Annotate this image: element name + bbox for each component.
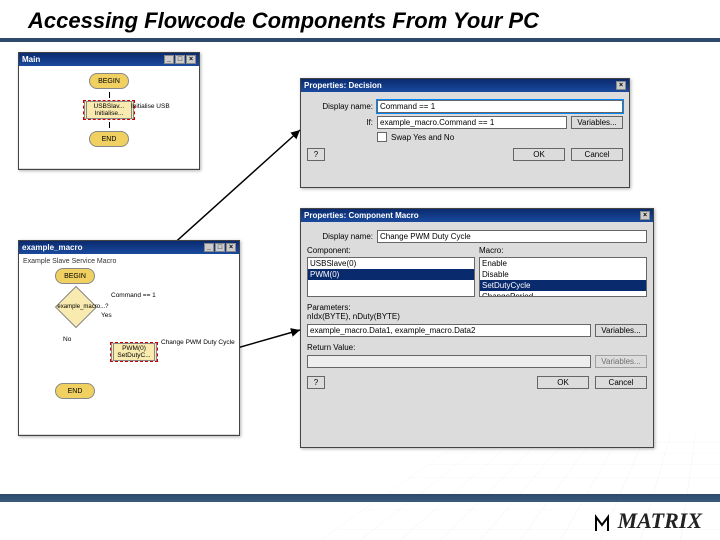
flow-end-node[interactable]: END (55, 383, 95, 399)
parameters-input[interactable] (307, 324, 591, 337)
flow-condition-label: Command == 1 (111, 292, 156, 299)
close-icon[interactable]: × (226, 243, 236, 252)
close-icon[interactable]: × (640, 211, 650, 220)
dialog-title: Properties: Decision (304, 81, 382, 90)
macro-subtitle: Example Slave Service Macro (23, 258, 235, 265)
titlebar-decision[interactable]: Properties: Decision × (301, 79, 629, 92)
maximize-icon[interactable]: □ (175, 55, 185, 64)
component-listbox[interactable]: USBSlave(0) PWM(0) (307, 257, 475, 297)
help-button[interactable]: ? (307, 376, 325, 389)
titlebar-component-macro[interactable]: Properties: Component Macro × (301, 209, 653, 222)
flow-yes-label: Yes (101, 312, 112, 319)
flowchart-canvas[interactable]: BEGIN Initialise USB USBSlav... Initiali… (19, 66, 199, 168)
swap-yes-no-checkbox[interactable] (377, 132, 387, 142)
flow-usbslave-init-block[interactable]: USBSlav... Initialise... (84, 101, 134, 119)
ok-button[interactable]: OK (537, 376, 589, 389)
help-button[interactable]: ? (307, 148, 325, 161)
list-item[interactable]: Enable (480, 258, 646, 269)
label-if: If: (307, 118, 373, 127)
list-item[interactable]: SetDutyCycle (480, 280, 646, 291)
flowcode-main-window: Main _ □ × BEGIN Initialise USB USBSlav.… (18, 52, 200, 170)
label-parameters: Parameters: (307, 303, 647, 312)
return-value-input (307, 355, 591, 368)
flow-pwm-setdutycycle-block[interactable]: PWM(0) SetDutyC... (111, 343, 157, 361)
flow-pwm-label: Change PWM Duty Cycle (161, 339, 241, 346)
list-item[interactable]: USBSlave(0) (308, 258, 474, 269)
flow-decision-node[interactable]: example_macro...? (55, 286, 97, 328)
titlebar-main[interactable]: Main _ □ × (19, 53, 199, 66)
minimize-icon[interactable]: _ (204, 243, 214, 252)
variables-button-disabled: Variables... (595, 355, 647, 368)
cancel-button[interactable]: Cancel (571, 148, 623, 161)
label-display-name: Display name: (307, 102, 373, 111)
window-title: example_macro (22, 243, 82, 252)
macro-listbox[interactable]: Enable Disable SetDutyCycle ChangePeriod (479, 257, 647, 297)
flow-begin-node[interactable]: BEGIN (89, 73, 129, 89)
display-name-input[interactable] (377, 230, 647, 243)
flow-begin-node[interactable]: BEGIN (55, 268, 95, 284)
maximize-icon[interactable]: □ (215, 243, 225, 252)
cancel-button[interactable]: Cancel (595, 376, 647, 389)
variables-button[interactable]: Variables... (571, 116, 623, 129)
label-component: Component: (307, 246, 475, 255)
list-item[interactable]: PWM(0) (308, 269, 474, 280)
flowchart-canvas[interactable]: Example Slave Service Macro BEGIN Comman… (19, 254, 239, 434)
flow-init-label: Initialise USB (131, 103, 170, 110)
titlebar-example-macro[interactable]: example_macro _ □ × (19, 241, 239, 254)
label-return-value: Return Value: (307, 343, 647, 352)
label-macro: Macro: (479, 246, 647, 255)
parameters-signature: nIdx(BYTE), nDuty(BYTE) (307, 312, 647, 321)
flowcode-example-macro-window: example_macro _ □ × Example Slave Servic… (18, 240, 240, 436)
display-name-input[interactable] (377, 100, 623, 113)
properties-component-macro-dialog: Properties: Component Macro × Display na… (300, 208, 654, 448)
ok-button[interactable]: OK (513, 148, 565, 161)
flow-end-node[interactable]: END (89, 131, 129, 147)
matrix-logo: MATRIX (594, 508, 702, 534)
dialog-title: Properties: Component Macro (304, 211, 419, 220)
if-expression-input[interactable] (377, 116, 567, 129)
close-icon[interactable]: × (186, 55, 196, 64)
list-item[interactable]: ChangePeriod (480, 291, 646, 297)
slide-title: Accessing Flowcode Components From Your … (0, 0, 720, 42)
close-icon[interactable]: × (616, 81, 626, 90)
footer-bar (0, 494, 720, 502)
swap-yes-no-label: Swap Yes and No (391, 133, 454, 142)
flow-no-label: No (63, 336, 71, 343)
minimize-icon[interactable]: _ (164, 55, 174, 64)
window-title: Main (22, 55, 40, 64)
list-item[interactable]: Disable (480, 269, 646, 280)
variables-button[interactable]: Variables... (595, 324, 647, 337)
properties-decision-dialog: Properties: Decision × Display name: If:… (300, 78, 630, 188)
label-display-name: Display name: (307, 232, 373, 241)
